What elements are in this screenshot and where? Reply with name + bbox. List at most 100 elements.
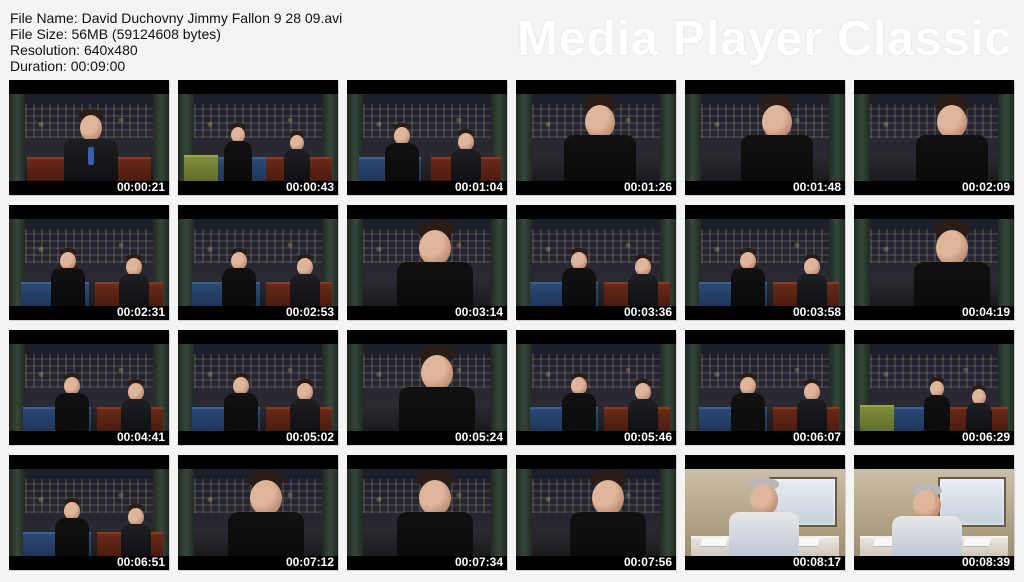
thumbnail[interactable]: 00:03:14 [347, 205, 507, 320]
file-size-label: File Size: [10, 26, 68, 42]
duration-line: Duration: 00:09:00 [10, 58, 342, 74]
shirt [892, 516, 962, 556]
thumbnail[interactable]: 00:01:26 [516, 80, 676, 195]
suit [121, 399, 151, 431]
video-frame [685, 344, 845, 431]
thumbnail[interactable]: 00:03:58 [685, 205, 845, 320]
face [585, 105, 615, 139]
resolution-line: Resolution: 640x480 [10, 42, 342, 58]
file-name-value: David Duchovny Jimmy Fallon 9 28 09.avi [81, 10, 343, 26]
host-figure [119, 248, 149, 306]
face [937, 105, 967, 139]
curtain-left [178, 469, 194, 556]
black-shirt [914, 262, 990, 306]
black-shirt [564, 135, 636, 181]
host-figure [121, 373, 151, 431]
timestamp: 00:00:43 [285, 180, 334, 194]
thumbnail[interactable]: 00:02:09 [854, 80, 1014, 195]
thumbnail[interactable]: 00:08:17 [685, 455, 845, 570]
curtain-left [854, 219, 870, 306]
timestamp: 00:01:04 [454, 180, 503, 194]
thumbnail[interactable]: 00:02:53 [178, 205, 338, 320]
guest-figure [562, 240, 596, 306]
curtain-left [516, 469, 532, 556]
thumbnail[interactable]: 00:05:02 [178, 330, 338, 445]
shirt [385, 143, 419, 181]
resolution-label: Resolution: [10, 42, 81, 58]
duration-value: 00:09:00 [70, 58, 126, 74]
video-frame [9, 219, 169, 306]
video-frame [516, 94, 676, 181]
thumbnail-grid: 00:00:21 00:00:43 00:01:04 00:01:26 00:0… [9, 80, 1016, 570]
timestamp: 00:08:17 [792, 555, 841, 569]
thumbnail[interactable]: 00:07:56 [516, 455, 676, 570]
file-size-line: File Size: 56MB (59124608 bytes) [10, 26, 342, 42]
shirt [222, 268, 256, 306]
video-frame [685, 219, 845, 306]
timestamp: 00:07:56 [623, 555, 672, 569]
host-figure [628, 373, 658, 431]
thumbnail[interactable]: 00:07:34 [347, 455, 507, 570]
guest-closeup [914, 220, 990, 306]
thumbnail[interactable]: 00:04:41 [9, 330, 169, 445]
thumbnail[interactable]: 00:01:48 [685, 80, 845, 195]
face [250, 480, 282, 516]
timestamp: 00:08:39 [961, 555, 1010, 569]
suit [290, 274, 320, 306]
thumbnail[interactable]: 00:00:43 [178, 80, 338, 195]
timestamp: 00:06:29 [961, 430, 1010, 444]
resolution-value: 640x480 [83, 42, 138, 58]
file-name-label: File Name: [10, 10, 78, 26]
thumbnail[interactable]: 00:06:51 [9, 455, 169, 570]
host-figure [63, 103, 119, 181]
suit [121, 524, 151, 556]
video-frame [9, 94, 169, 181]
thumbnail[interactable]: 00:05:46 [516, 330, 676, 445]
curtain-right [153, 94, 169, 181]
video-frame [516, 469, 676, 556]
host-figure [290, 248, 320, 306]
thumbnail[interactable]: 00:02:31 [9, 205, 169, 320]
video-frame [178, 94, 338, 181]
thumbnail[interactable]: 00:08:39 [854, 455, 1014, 570]
file-size-value: 56MB (59124608 bytes) [71, 26, 221, 42]
shirt [562, 268, 596, 306]
timestamp: 00:03:58 [792, 305, 841, 319]
curtain-right [660, 469, 676, 556]
papers [699, 538, 729, 546]
guest-closeup [228, 470, 304, 556]
curtain-right [322, 469, 338, 556]
green-chair [860, 405, 894, 431]
thumbnail[interactable]: 00:07:12 [178, 455, 338, 570]
file-metadata: File Name: David Duchovny Jimmy Fallon 9… [10, 10, 342, 74]
suit [628, 274, 658, 306]
guest-closeup [916, 95, 988, 181]
timestamp: 00:03:36 [623, 305, 672, 319]
thumbnail[interactable]: 00:03:36 [516, 205, 676, 320]
thumbnail[interactable]: 00:01:04 [347, 80, 507, 195]
video-frame [854, 94, 1014, 181]
thumbnail[interactable]: 00:04:19 [854, 205, 1014, 320]
black-shirt [570, 512, 646, 556]
suit [628, 399, 658, 431]
curtain-right [491, 344, 507, 431]
host-figure [797, 248, 827, 306]
thumbnail[interactable]: 00:00:21 [9, 80, 169, 195]
black-shirt [228, 512, 304, 556]
thumbnail[interactable]: 00:06:07 [685, 330, 845, 445]
office-person [892, 476, 962, 556]
guest-closeup [399, 345, 475, 431]
thumbnail[interactable]: 00:06:29 [854, 330, 1014, 445]
suit [966, 403, 992, 431]
video-frame [9, 469, 169, 556]
shirt [731, 268, 765, 306]
timestamp: 00:02:09 [961, 180, 1010, 194]
shirt [562, 393, 596, 431]
video-frame [347, 219, 507, 306]
face [762, 105, 792, 139]
curtain-left [347, 469, 363, 556]
thumbnail[interactable]: 00:05:24 [347, 330, 507, 445]
timestamp: 00:05:24 [454, 430, 503, 444]
suit [290, 399, 320, 431]
curtain-right [660, 94, 676, 181]
